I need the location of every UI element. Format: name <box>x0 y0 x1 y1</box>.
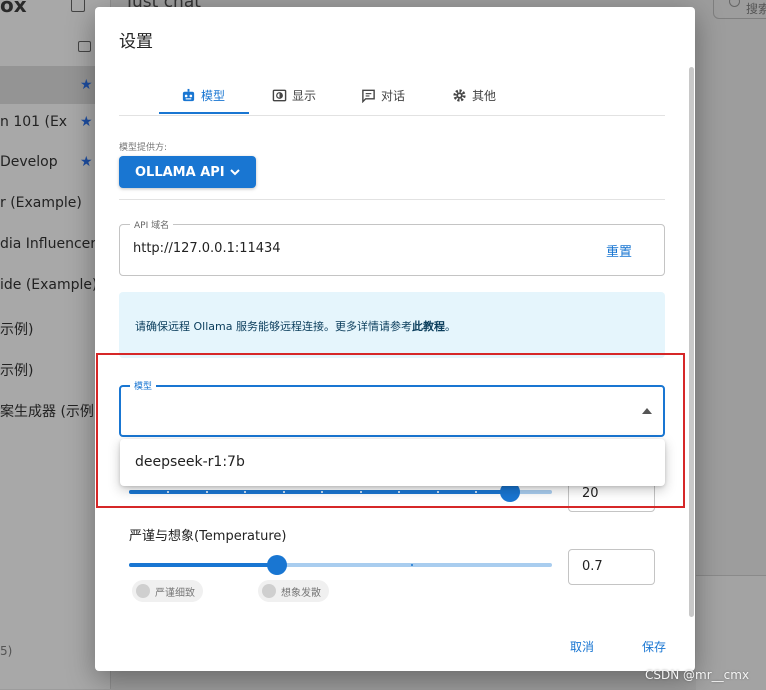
slider-mark <box>321 491 323 493</box>
slider-mark <box>283 491 285 493</box>
slider-mark <box>475 491 477 493</box>
temperature-label: 严谨与想象(Temperature) <box>129 529 287 544</box>
tab-display[interactable]: 显示 <box>272 77 316 114</box>
slider-mark <box>411 564 413 566</box>
provider-value: OLLAMA API <box>135 164 225 180</box>
app-brand: ox <box>0 0 27 17</box>
temperature-input[interactable]: 0.7 <box>568 549 655 585</box>
reset-button[interactable]: 重置 <box>606 241 632 260</box>
settings-tabs: 模型 显示 对话 其他 <box>119 77 665 116</box>
cancel-button[interactable]: 取消 <box>570 638 594 655</box>
archive-icon[interactable] <box>78 41 91 52</box>
model-select[interactable]: 模型 <box>119 379 665 437</box>
dialog-title: 设置 <box>119 32 153 52</box>
lightbulb-icon <box>262 584 276 598</box>
gear-icon <box>453 89 466 102</box>
tab-label: 对话 <box>381 89 406 103</box>
caret-up-icon[interactable] <box>642 408 652 414</box>
tutorial-link[interactable]: 此教程 <box>412 320 445 333</box>
divider <box>119 199 665 200</box>
precise-chip[interactable]: 严谨细致 <box>132 580 203 602</box>
tab-label: 显示 <box>292 89 317 103</box>
sidebar-item[interactable]: 示例) <box>0 360 105 380</box>
temperature-slider-marks <box>129 563 552 567</box>
tab-label: 模型 <box>201 89 226 103</box>
star-icon[interactable]: ★ <box>80 77 93 93</box>
provider-label: 模型提供方: <box>119 143 168 153</box>
slider-mark <box>244 491 246 493</box>
provider-select-button[interactable]: OLLAMA API <box>119 156 256 188</box>
sidebar-item[interactable]: ide (Example) <box>0 277 105 293</box>
api-host-input[interactable]: http://127.0.0.1:11434 <box>133 241 281 256</box>
chevron-down-icon <box>230 169 240 176</box>
active-tab-indicator <box>159 112 249 114</box>
dialog-scrollbar[interactable] <box>689 67 694 617</box>
sidebar-item[interactable]: dia Influencer <box>0 236 105 252</box>
chat-icon <box>362 89 375 103</box>
info-alert: 请确保远程 Ollama 服务能够远程连接。更多详情请参考此教程。 <box>119 292 665 358</box>
model-option[interactable]: deepseek-r1:7b <box>135 454 245 470</box>
sidebar-item[interactable]: 示例) <box>0 319 105 339</box>
slider-mark <box>398 491 400 493</box>
creative-chip[interactable]: 想象发散 <box>258 580 329 602</box>
tab-other[interactable]: 其他 <box>452 77 496 114</box>
tab-model[interactable]: 模型 <box>181 77 225 114</box>
robot-icon <box>182 88 195 102</box>
model-options-menu: deepseek-r1:7b <box>120 439 665 486</box>
api-host-label: API 域名 <box>130 218 174 231</box>
settings-dialog: 设置 模型 显示 对话 其他 模型提供方: OLLAMA API API 域名 … <box>95 7 695 671</box>
context-slider-marks <box>129 490 552 494</box>
collapse-sidebar-icon[interactable] <box>71 0 85 12</box>
precise-icon <box>136 584 150 598</box>
star-icon[interactable]: ★ <box>80 114 93 130</box>
sidebar-item[interactable]: 案生成器 (示例) <box>0 401 105 421</box>
tab-chat[interactable]: 对话 <box>361 77 405 114</box>
slider-mark <box>360 491 362 493</box>
tab-label: 其他 <box>472 89 497 103</box>
slider-mark <box>167 491 169 493</box>
sidebar-footer-text: 5) <box>0 644 13 658</box>
sidebar-item[interactable]: r (Example) <box>0 195 105 211</box>
model-label: 模型 <box>130 379 157 392</box>
info-text: 请确保远程 Ollama 服务能够远程连接。更多详情请参考此教程。 <box>135 320 456 333</box>
temperature-slider-thumb[interactable] <box>267 555 287 575</box>
save-button[interactable]: 保存 <box>642 638 666 655</box>
watermark: CSDN @mr__cmx <box>645 668 750 682</box>
star-icon[interactable]: ★ <box>80 154 93 170</box>
slider-mark <box>437 491 439 493</box>
api-host-field[interactable]: API 域名 http://127.0.0.1:11434 重置 <box>119 218 665 276</box>
slider-mark <box>206 491 208 493</box>
sidebar-selected-row[interactable] <box>0 66 110 104</box>
display-icon <box>272 89 287 102</box>
